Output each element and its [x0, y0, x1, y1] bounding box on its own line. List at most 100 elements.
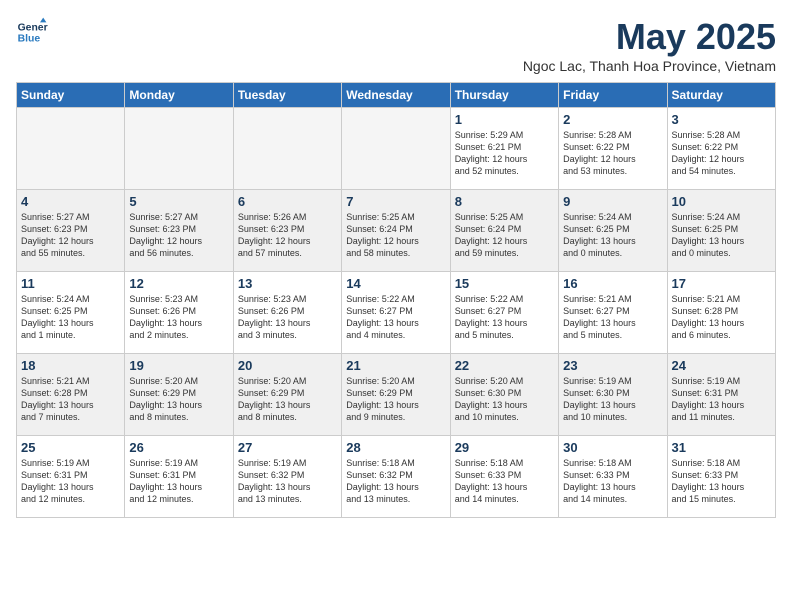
day-cell: 22Sunrise: 5:20 AM Sunset: 6:30 PM Dayli… — [450, 354, 558, 436]
day-cell: 5 Sunrise: 5:27 AM Sunset: 6:23 PM Daylig… — [125, 190, 233, 272]
day-number: 27 — [238, 440, 337, 455]
day-info: Sunrise: 5:19 AM Sunset: 6:31 PM Dayligh… — [129, 457, 228, 506]
day-info: Sunrise: 5:18 AM Sunset: 6:33 PM Dayligh… — [672, 457, 771, 506]
day-number: 8 — [455, 194, 554, 209]
day-info: Sunrise: 5:18 AM Sunset: 6:33 PM Dayligh… — [563, 457, 662, 506]
day-number: 24 — [672, 358, 771, 373]
day-info: Sunrise: 5:26 AM Sunset: 6:23 PM Dayligh… — [238, 211, 337, 260]
day-cell — [125, 108, 233, 190]
day-number: 13 — [238, 276, 337, 291]
logo-icon: General Blue — [16, 16, 48, 48]
day-number: 5 — [129, 194, 228, 209]
month-title: May 2025 — [523, 16, 776, 58]
day-info: Sunrise: 5:19 AM Sunset: 6:32 PM Dayligh… — [238, 457, 337, 506]
header-cell-saturday: Saturday — [667, 83, 775, 108]
day-info: Sunrise: 5:25 AM Sunset: 6:24 PM Dayligh… — [346, 211, 445, 260]
day-number: 31 — [672, 440, 771, 455]
day-info: Sunrise: 5:18 AM Sunset: 6:32 PM Dayligh… — [346, 457, 445, 506]
subtitle: Ngoc Lac, Thanh Hoa Province, Vietnam — [523, 58, 776, 74]
week-row-3: 11 Sunrise: 5:24 AM Sunset: 6:25 PM Dayli… — [17, 272, 776, 354]
header-cell-tuesday: Tuesday — [233, 83, 341, 108]
day-cell: 21Sunrise: 5:20 AM Sunset: 6:29 PM Dayli… — [342, 354, 450, 436]
day-cell: 18 Sunrise: 5:21 AM Sunset: 6:28 PM Dayli… — [17, 354, 125, 436]
calendar-table: SundayMondayTuesdayWednesdayThursdayFrid… — [16, 82, 776, 518]
day-info: Sunrise: 5:22 AM Sunset: 6:27 PM Dayligh… — [455, 293, 554, 342]
day-number: 7 — [346, 194, 445, 209]
day-cell: 14 Sunrise: 5:22 AM Sunset: 6:27 PM Dayli… — [342, 272, 450, 354]
header-cell-friday: Friday — [559, 83, 667, 108]
day-cell — [342, 108, 450, 190]
day-number: 3 — [672, 112, 771, 127]
day-cell: 26 Sunrise: 5:19 AM Sunset: 6:31 PM Dayli… — [125, 436, 233, 518]
svg-text:General: General — [18, 22, 48, 33]
day-cell: 29 Sunrise: 5:18 AM Sunset: 6:33 PM Dayli… — [450, 436, 558, 518]
week-row-4: 18 Sunrise: 5:21 AM Sunset: 6:28 PM Dayli… — [17, 354, 776, 436]
day-info: Sunrise: 5:20 AM Sunset: 6:29 PM Dayligh… — [129, 375, 228, 424]
day-cell: 24 Sunrise: 5:19 AM Sunset: 6:31 PM Dayli… — [667, 354, 775, 436]
day-number: 30 — [563, 440, 662, 455]
day-number: 9 — [563, 194, 662, 209]
day-cell: 28Sunrise: 5:18 AM Sunset: 6:32 PM Dayli… — [342, 436, 450, 518]
day-number: 1 — [455, 112, 554, 127]
header-cell-sunday: Sunday — [17, 83, 125, 108]
day-info: Sunrise: 5:25 AM Sunset: 6:24 PM Dayligh… — [455, 211, 554, 260]
day-cell: 10 Sunrise: 5:24 AM Sunset: 6:25 PM Dayli… — [667, 190, 775, 272]
day-cell: 1 Sunrise: 5:29 AM Sunset: 6:21 PM Daylig… — [450, 108, 558, 190]
day-cell: 7 Sunrise: 5:25 AM Sunset: 6:24 PM Daylig… — [342, 190, 450, 272]
day-number: 2 — [563, 112, 662, 127]
header-row: SundayMondayTuesdayWednesdayThursdayFrid… — [17, 83, 776, 108]
day-number: 25 — [21, 440, 120, 455]
day-cell: 31 Sunrise: 5:18 AM Sunset: 6:33 PM Dayli… — [667, 436, 775, 518]
day-info: Sunrise: 5:28 AM Sunset: 6:22 PM Dayligh… — [563, 129, 662, 178]
day-cell: 17Sunrise: 5:21 AM Sunset: 6:28 PM Dayli… — [667, 272, 775, 354]
day-info: Sunrise: 5:20 AM Sunset: 6:29 PM Dayligh… — [238, 375, 337, 424]
day-cell: 9 Sunrise: 5:24 AM Sunset: 6:25 PM Daylig… — [559, 190, 667, 272]
day-cell: 19 Sunrise: 5:20 AM Sunset: 6:29 PM Dayli… — [125, 354, 233, 436]
week-row-2: 4Sunrise: 5:27 AM Sunset: 6:23 PM Daylig… — [17, 190, 776, 272]
header-cell-thursday: Thursday — [450, 83, 558, 108]
day-cell: 6 Sunrise: 5:26 AM Sunset: 6:23 PM Daylig… — [233, 190, 341, 272]
day-info: Sunrise: 5:27 AM Sunset: 6:23 PM Dayligh… — [21, 211, 120, 260]
day-info: Sunrise: 5:24 AM Sunset: 6:25 PM Dayligh… — [672, 211, 771, 260]
day-number: 19 — [129, 358, 228, 373]
day-cell: 30 Sunrise: 5:18 AM Sunset: 6:33 PM Dayli… — [559, 436, 667, 518]
day-number: 20 — [238, 358, 337, 373]
week-row-1: 1 Sunrise: 5:29 AM Sunset: 6:21 PM Daylig… — [17, 108, 776, 190]
svg-text:Blue: Blue — [18, 34, 41, 45]
day-number: 6 — [238, 194, 337, 209]
day-cell: 8 Sunrise: 5:25 AM Sunset: 6:24 PM Daylig… — [450, 190, 558, 272]
logo: General Blue — [16, 16, 48, 48]
day-number: 10 — [672, 194, 771, 209]
header-cell-monday: Monday — [125, 83, 233, 108]
day-info: Sunrise: 5:23 AM Sunset: 6:26 PM Dayligh… — [238, 293, 337, 342]
day-cell: 2 Sunrise: 5:28 AM Sunset: 6:22 PM Daylig… — [559, 108, 667, 190]
day-info: Sunrise: 5:24 AM Sunset: 6:25 PM Dayligh… — [21, 293, 120, 342]
day-info: Sunrise: 5:19 AM Sunset: 6:31 PM Dayligh… — [672, 375, 771, 424]
day-cell: 4Sunrise: 5:27 AM Sunset: 6:23 PM Daylig… — [17, 190, 125, 272]
day-number: 15 — [455, 276, 554, 291]
day-info: Sunrise: 5:27 AM Sunset: 6:23 PM Dayligh… — [129, 211, 228, 260]
day-info: Sunrise: 5:19 AM Sunset: 6:30 PM Dayligh… — [563, 375, 662, 424]
day-number: 11 — [21, 276, 120, 291]
day-number: 22 — [455, 358, 554, 373]
day-info: Sunrise: 5:19 AM Sunset: 6:31 PM Dayligh… — [21, 457, 120, 506]
header-cell-wednesday: Wednesday — [342, 83, 450, 108]
day-cell: 3 Sunrise: 5:28 AM Sunset: 6:22 PM Daylig… — [667, 108, 775, 190]
day-number: 14 — [346, 276, 445, 291]
day-number: 18 — [21, 358, 120, 373]
day-info: Sunrise: 5:22 AM Sunset: 6:27 PM Dayligh… — [346, 293, 445, 342]
day-info: Sunrise: 5:21 AM Sunset: 6:27 PM Dayligh… — [563, 293, 662, 342]
day-cell — [233, 108, 341, 190]
day-cell: 12Sunrise: 5:23 AM Sunset: 6:26 PM Dayli… — [125, 272, 233, 354]
day-info: Sunrise: 5:21 AM Sunset: 6:28 PM Dayligh… — [672, 293, 771, 342]
day-number: 29 — [455, 440, 554, 455]
day-info: Sunrise: 5:28 AM Sunset: 6:22 PM Dayligh… — [672, 129, 771, 178]
day-number: 26 — [129, 440, 228, 455]
day-info: Sunrise: 5:29 AM Sunset: 6:21 PM Dayligh… — [455, 129, 554, 178]
day-info: Sunrise: 5:24 AM Sunset: 6:25 PM Dayligh… — [563, 211, 662, 260]
day-cell: 25 Sunrise: 5:19 AM Sunset: 6:31 PM Dayli… — [17, 436, 125, 518]
week-row-5: 25 Sunrise: 5:19 AM Sunset: 6:31 PM Dayli… — [17, 436, 776, 518]
day-info: Sunrise: 5:18 AM Sunset: 6:33 PM Dayligh… — [455, 457, 554, 506]
day-cell: 11 Sunrise: 5:24 AM Sunset: 6:25 PM Dayli… — [17, 272, 125, 354]
day-info: Sunrise: 5:21 AM Sunset: 6:28 PM Dayligh… — [21, 375, 120, 424]
